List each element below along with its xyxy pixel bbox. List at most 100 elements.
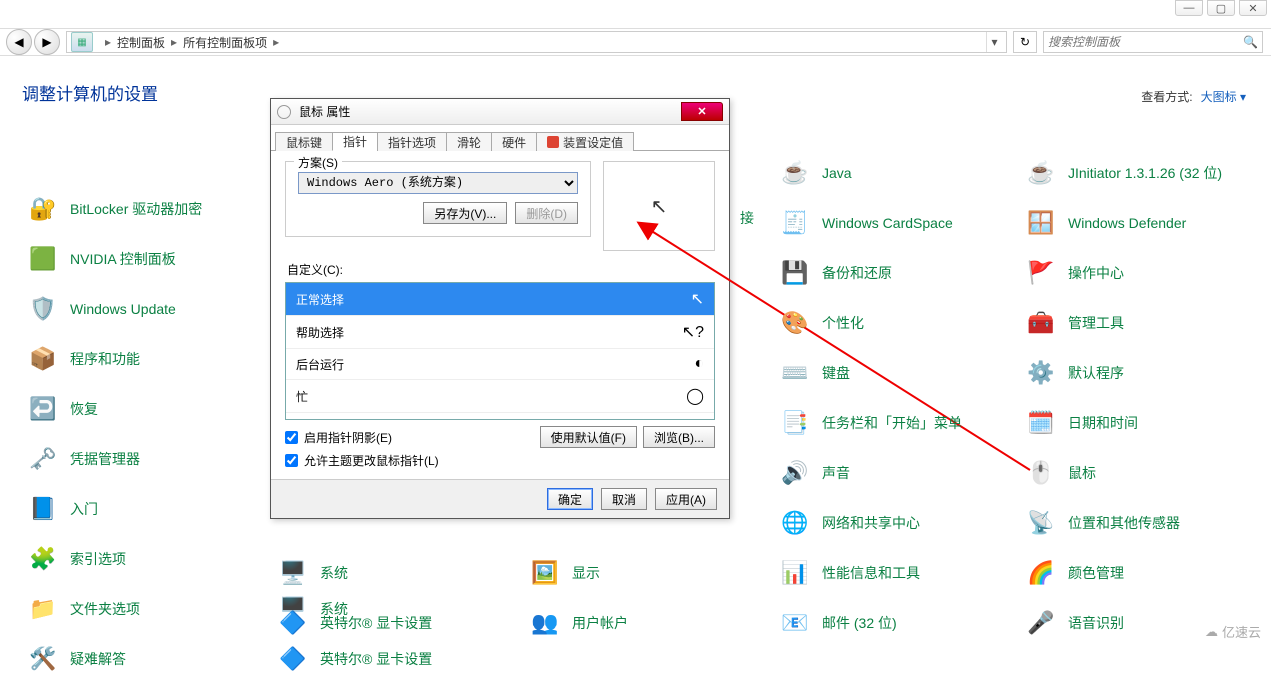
control-panel-item[interactable]: 🛡️Windows Update <box>26 291 276 327</box>
control-panel-item[interactable]: 🧰管理工具 <box>1024 305 1124 341</box>
apply-button[interactable]: 应用(A) <box>655 488 717 510</box>
back-button[interactable]: ◀ <box>6 29 32 55</box>
control-panel-item[interactable]: 🟩NVIDIA 控制面板 <box>26 241 276 277</box>
control-panel-item[interactable]: 💾备份和还原 <box>778 255 892 291</box>
item-label: 键盘 <box>822 363 850 383</box>
control-panel-item[interactable]: ☕Java <box>778 155 852 191</box>
item-icon: 🎨 <box>778 306 812 340</box>
control-panel-item[interactable]: 📁文件夹选项 <box>26 591 276 627</box>
dialog-titlebar[interactable]: 鼠标 属性 ✕ <box>271 99 729 125</box>
item-label: 入门 <box>70 499 98 519</box>
dialog-tab[interactable]: 鼠标键 <box>275 132 333 151</box>
control-panel-item[interactable]: 📧邮件 (32 位) <box>778 605 897 641</box>
nav-buttons: ◀ ▶ <box>0 28 66 56</box>
search-box[interactable]: 🔍 <box>1043 31 1263 53</box>
view-mode-link[interactable]: 大图标 ▾ <box>1201 88 1246 105</box>
ok-button[interactable]: 确定 <box>547 488 593 510</box>
control-panel-item[interactable]: 👥 用户帐户 <box>528 605 628 641</box>
scheme-select[interactable]: Windows Aero (系统方案) <box>298 172 578 194</box>
cursor-list-item[interactable]: 帮助选择↖? <box>286 316 714 349</box>
dialog-close-button[interactable]: ✕ <box>681 102 723 121</box>
cursor-name: 忙 <box>296 388 308 405</box>
control-panel-item[interactable]: 🔐BitLocker 驱动器加密 <box>26 191 276 227</box>
watermark: ☁ 亿速云 <box>1205 622 1261 641</box>
scheme-label: 方案(S) <box>294 154 342 171</box>
control-panel-item[interactable]: 📊性能信息和工具 <box>778 555 920 591</box>
item-icon: 🧩 <box>26 542 60 576</box>
control-panel-item[interactable]: ⚙️默认程序 <box>1024 355 1124 391</box>
control-panel-item[interactable]: 📘入门 <box>26 491 276 527</box>
control-panel-item[interactable]: 🚩操作中心 <box>1024 255 1124 291</box>
item-label: Java <box>822 165 852 181</box>
dialog-button-row: 确定 取消 应用(A) <box>271 479 729 518</box>
dialog-tab[interactable]: 指针 <box>332 132 378 151</box>
item-icon: 🗝️ <box>26 442 60 476</box>
maximize-button[interactable]: ▢ <box>1207 0 1235 16</box>
item-icon: ☕ <box>1024 156 1058 190</box>
use-default-button[interactable]: 使用默认值(F) <box>540 426 637 448</box>
cursor-list-item[interactable]: 正常选择↖ <box>286 283 714 316</box>
close-button[interactable]: ✕ <box>1239 0 1267 16</box>
refresh-button[interactable]: ↻ <box>1013 31 1037 53</box>
breadcrumb-dropdown-icon[interactable]: ▾ <box>986 32 1002 52</box>
scheme-groupbox: 方案(S) Windows Aero (系统方案) 另存为(V)... 删除(D… <box>285 161 591 237</box>
forward-button[interactable]: ▶ <box>34 29 60 55</box>
cursor-list[interactable]: 正常选择↖帮助选择↖?后台运行◐忙◯ <box>285 282 715 420</box>
control-panel-item[interactable]: 🌈颜色管理 <box>1024 555 1124 591</box>
control-panel-item[interactable]: 🧩索引选项 <box>26 541 276 577</box>
control-panel-item[interactable]: 🗝️凭据管理器 <box>26 441 276 477</box>
item-icon: 🟩 <box>26 242 60 276</box>
save-as-button[interactable]: 另存为(V)... <box>423 202 507 224</box>
item-label: 邮件 (32 位) <box>822 613 897 633</box>
item-label: 英特尔® 显卡设置 <box>320 649 432 669</box>
item-icon: 💾 <box>778 256 812 290</box>
control-panel-item[interactable]: 🔷英特尔® 显卡设置 <box>276 641 526 677</box>
breadcrumb-sep: ▸ <box>273 35 279 49</box>
cursor-glyph-icon: ↖? <box>682 322 704 342</box>
item-label: 鼠标 <box>1068 463 1096 483</box>
control-panel-item[interactable]: 🖼️显示 <box>528 555 600 591</box>
cancel-button[interactable]: 取消 <box>601 488 647 510</box>
browse-button[interactable]: 浏览(B)... <box>643 426 715 448</box>
control-panel-item[interactable]: 🪟Windows Defender <box>1024 205 1186 241</box>
control-panel-item[interactable]: 🗓️日期和时间 <box>1024 405 1138 441</box>
control-panel-item[interactable]: 🎤语音识别 <box>1024 605 1124 641</box>
control-panel-item[interactable]: ↩️恢复 <box>26 391 276 427</box>
delete-button: 删除(D) <box>515 202 578 224</box>
item-icon: 🌈 <box>1024 556 1058 590</box>
cursor-list-item[interactable]: 忙◯ <box>286 380 714 413</box>
dialog-tab[interactable]: 硬件 <box>491 132 537 151</box>
control-panel-item[interactable]: ☕JInitiator 1.3.1.26 (32 位) <box>1024 155 1222 191</box>
control-panel-item[interactable]: 🎨个性化 <box>778 305 864 341</box>
enable-shadow-checkbox[interactable] <box>285 431 298 444</box>
control-panel-item[interactable]: 📡位置和其他传感器 <box>1024 505 1180 541</box>
dialog-tab[interactable]: 装置设定值 <box>536 132 634 151</box>
control-panel-item[interactable]: 🧾Windows CardSpace <box>778 205 953 241</box>
item-label: 用户帐户 <box>572 613 628 633</box>
allow-theme-label: 允许主题更改鼠标指针(L) <box>304 452 439 469</box>
item-icon: 👥 <box>528 606 562 640</box>
control-panel-item[interactable]: 🔷英特尔® 显卡设置 <box>276 605 432 641</box>
control-panel-item[interactable]: 🖱️鼠标 <box>1024 455 1096 491</box>
breadcrumb-item[interactable]: 所有控制面板项 <box>183 34 267 51</box>
control-panel-item[interactable]: 🌐网络和共享中心 <box>778 505 920 541</box>
minimize-button[interactable]: — <box>1175 0 1203 16</box>
dialog-body: 方案(S) Windows Aero (系统方案) 另存为(V)... 删除(D… <box>271 151 729 479</box>
dialog-tab[interactable]: 指针选项 <box>377 132 447 151</box>
breadcrumb-item[interactable]: 控制面板 <box>117 34 165 51</box>
control-panel-item[interactable]: 📦程序和功能 <box>26 341 276 377</box>
item-label: 文件夹选项 <box>70 599 140 619</box>
control-panel-item[interactable]: 📑任务栏和「开始」菜单 <box>778 405 962 441</box>
breadcrumb[interactable]: ▦ ▸ 控制面板 ▸ 所有控制面板项 ▸ ▾ <box>66 31 1007 53</box>
cursor-preview: ↖ <box>603 161 715 251</box>
control-panel-item[interactable]: 🖥️系统 <box>276 555 348 591</box>
item-label: 位置和其他传感器 <box>1068 513 1180 533</box>
search-input[interactable] <box>1048 35 1243 49</box>
cursor-list-item[interactable]: 后台运行◐ <box>286 349 714 380</box>
control-panel-item[interactable]: 🛠️疑难解答 <box>26 641 276 677</box>
control-panel-item[interactable]: 🔊声音 <box>778 455 850 491</box>
dialog-tab[interactable]: 滑轮 <box>446 132 492 151</box>
allow-theme-checkbox[interactable] <box>285 454 298 467</box>
item-label: 默认程序 <box>1068 363 1124 383</box>
control-panel-item[interactable]: ⌨️键盘 <box>778 355 850 391</box>
